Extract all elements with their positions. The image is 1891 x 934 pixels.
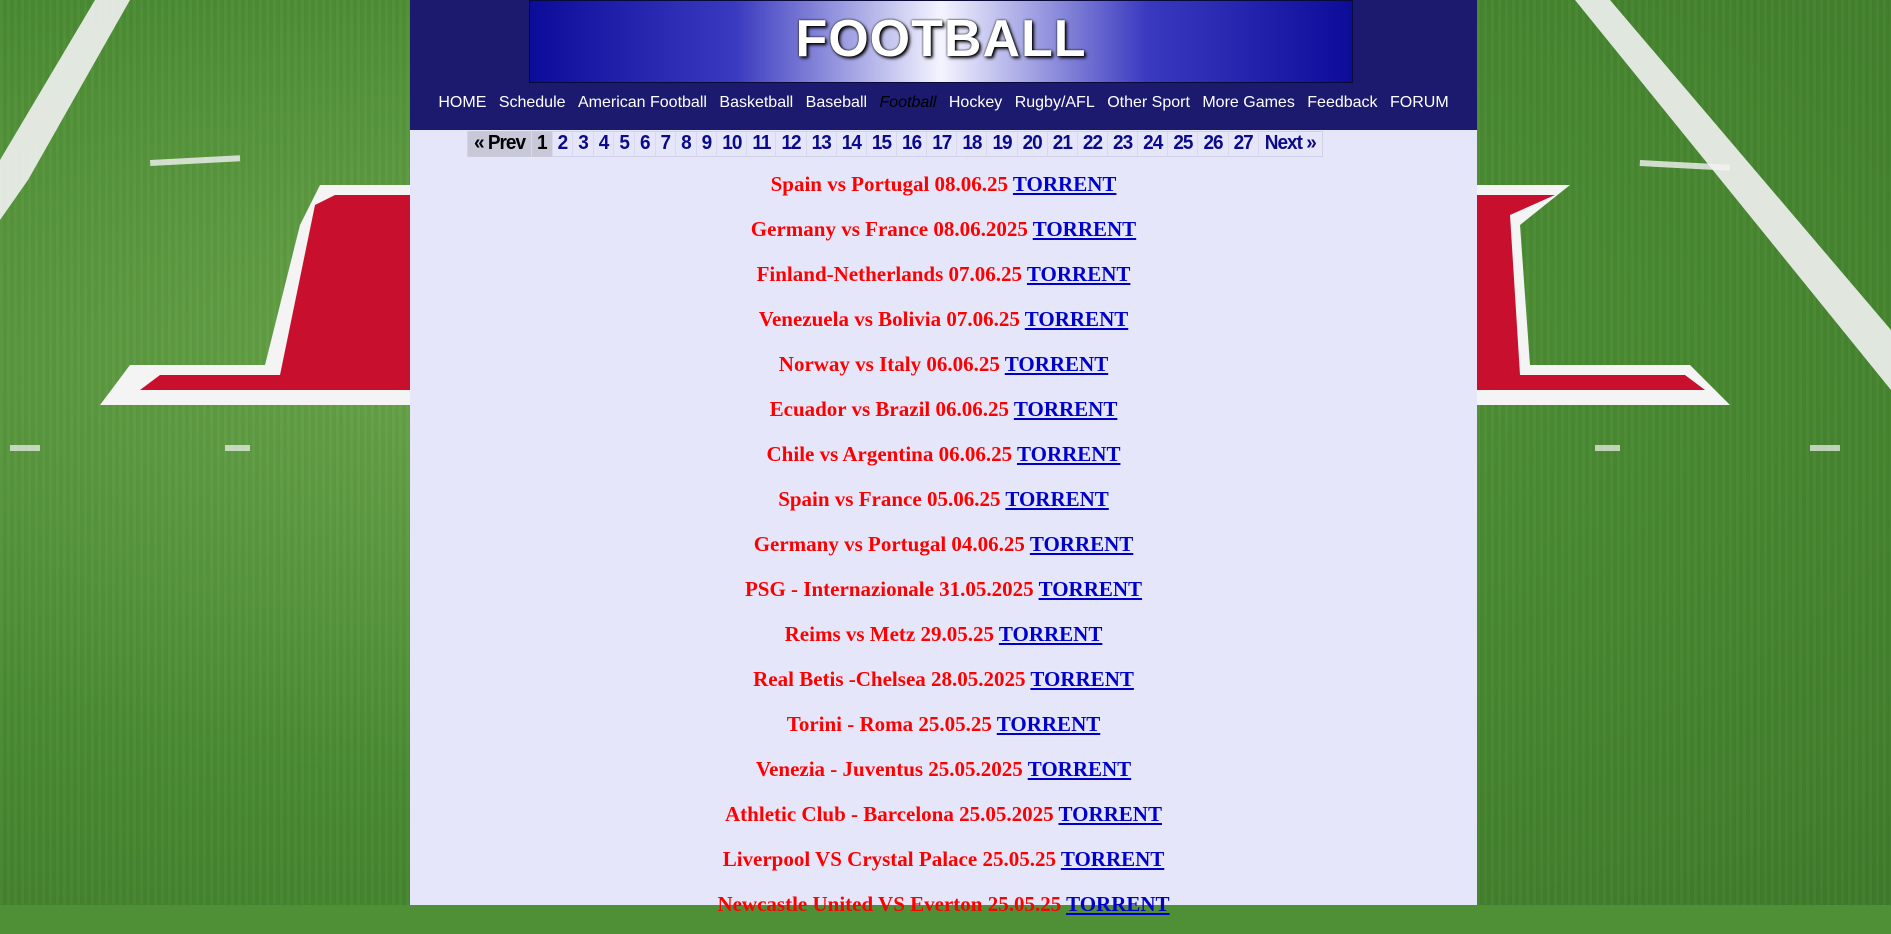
- page-link-7[interactable]: 7: [656, 131, 677, 157]
- page-link-21[interactable]: 21: [1048, 131, 1078, 157]
- page-link-19[interactable]: 19: [987, 131, 1018, 157]
- page-link-1[interactable]: 1: [532, 131, 553, 157]
- page-link-9[interactable]: 9: [697, 131, 718, 157]
- match-row: Germany vs Portugal 04.06.25 TORRENT: [410, 529, 1477, 574]
- site-header: FOOTBALL HOME Schedule American Football…: [410, 0, 1477, 130]
- page-link-2[interactable]: 2: [553, 131, 574, 157]
- match-row: Real Betis -Chelsea 28.05.2025 TORRENT: [410, 664, 1477, 709]
- page-link-12[interactable]: 12: [776, 131, 807, 157]
- torrent-link[interactable]: TORRENT: [999, 622, 1102, 646]
- nav-schedule[interactable]: Schedule: [499, 94, 566, 111]
- page-link-27[interactable]: 27: [1229, 131, 1259, 157]
- torrent-link[interactable]: TORRENT: [997, 712, 1100, 736]
- main-navigation: HOME Schedule American Football Basketba…: [410, 94, 1477, 118]
- match-title: Venezuela vs Bolivia 07.06.25: [758, 307, 1025, 331]
- torrent-link[interactable]: TORRENT: [1066, 892, 1169, 916]
- match-row: Athletic Club - Barcelona 25.05.2025 TOR…: [410, 799, 1477, 844]
- torrent-link[interactable]: TORRENT: [1039, 577, 1142, 601]
- page-link-6[interactable]: 6: [635, 131, 656, 157]
- page-link-10[interactable]: 10: [717, 131, 748, 157]
- match-row: Finland-Netherlands 07.06.25 TORRENT: [410, 259, 1477, 304]
- nav-basketball[interactable]: Basketball: [719, 94, 793, 111]
- match-row: PSG - Internazionale 31.05.2025 TORRENT: [410, 574, 1477, 619]
- match-row: Germany vs France 08.06.2025 TORRENT: [410, 214, 1477, 259]
- match-row: Liverpool VS Crystal Palace 25.05.25 TOR…: [410, 844, 1477, 889]
- nav-other-sport[interactable]: Other Sport: [1107, 94, 1190, 111]
- torrent-link[interactable]: TORRENT: [1017, 442, 1120, 466]
- pagination: « Prev 1 2 3 4 5 6 7 8 9 10 11 12 13 14 15 16 17 18 19 20 21…: [467, 131, 1323, 157]
- page-link-23[interactable]: 23: [1108, 131, 1139, 157]
- match-row: Norway vs Italy 06.06.25 TORRENT: [410, 349, 1477, 394]
- page-link-16[interactable]: 16: [897, 131, 928, 157]
- match-title: Liverpool VS Crystal Palace 25.05.25: [722, 847, 1061, 871]
- nav-football[interactable]: Football: [880, 94, 937, 111]
- page-link-13[interactable]: 13: [807, 131, 837, 157]
- match-row: Torini - Roma 25.05.25 TORRENT: [410, 709, 1477, 754]
- match-row: Spain vs France 05.06.25 TORRENT: [410, 484, 1477, 529]
- match-row: Reims vs Metz 29.05.25 TORRENT: [410, 619, 1477, 664]
- page-link-18[interactable]: 18: [957, 131, 988, 157]
- match-title: Real Betis -Chelsea 28.05.2025: [753, 667, 1031, 691]
- match-title: Athletic Club - Barcelona 25.05.2025: [725, 802, 1059, 826]
- page-link-17[interactable]: 17: [927, 131, 958, 157]
- nav-baseball[interactable]: Baseball: [806, 94, 867, 111]
- prev-page-button[interactable]: « Prev: [468, 131, 533, 157]
- torrent-link[interactable]: TORRENT: [1033, 217, 1136, 241]
- match-row: Newcastle United VS Everton 25.05.25 TOR…: [410, 889, 1477, 934]
- torrent-link[interactable]: TORRENT: [1005, 352, 1108, 376]
- torrent-link[interactable]: TORRENT: [1030, 667, 1133, 691]
- match-title: PSG - Internazionale 31.05.2025: [744, 577, 1039, 601]
- match-title: Germany vs Portugal 04.06.25: [753, 532, 1030, 556]
- match-title: Spain vs France 05.06.25: [778, 487, 1006, 511]
- torrent-link[interactable]: TORRENT: [1025, 307, 1128, 331]
- nav-american-football[interactable]: American Football: [578, 94, 707, 111]
- match-list: Spain vs Portugal 08.06.25 TORRENT German…: [410, 169, 1477, 934]
- match-row: Spain vs Portugal 08.06.25 TORRENT: [410, 169, 1477, 214]
- page-link-3[interactable]: 3: [573, 131, 594, 157]
- nav-forum[interactable]: FORUM: [1390, 94, 1449, 111]
- page-link-5[interactable]: 5: [614, 131, 635, 157]
- nav-hockey[interactable]: Hockey: [949, 94, 1002, 111]
- torrent-link[interactable]: TORRENT: [1061, 847, 1164, 871]
- page-link-22[interactable]: 22: [1078, 131, 1109, 157]
- match-title: Chile vs Argentina 06.06.25: [766, 442, 1017, 466]
- banner: FOOTBALL: [529, 0, 1353, 83]
- nav-home[interactable]: HOME: [438, 94, 486, 111]
- page-title: FOOTBALL: [795, 10, 1087, 68]
- match-title: Reims vs Metz 29.05.25: [784, 622, 999, 646]
- match-row: Chile vs Argentina 06.06.25 TORRENT: [410, 439, 1477, 484]
- page-link-26[interactable]: 26: [1198, 131, 1229, 157]
- page-link-15[interactable]: 15: [867, 131, 898, 157]
- match-title: Norway vs Italy 06.06.25: [778, 352, 1005, 376]
- next-page-button[interactable]: Next »: [1259, 131, 1322, 156]
- page-link-24[interactable]: 24: [1138, 131, 1169, 157]
- page-link-4[interactable]: 4: [594, 131, 615, 157]
- match-title: Germany vs France 08.06.2025: [750, 217, 1033, 241]
- page-link-25[interactable]: 25: [1168, 131, 1199, 157]
- match-row: Venezia - Juventus 25.05.2025 TORRENT: [410, 754, 1477, 799]
- page-link-14[interactable]: 14: [837, 131, 867, 157]
- nav-feedback[interactable]: Feedback: [1307, 94, 1377, 111]
- nav-rugby-afl[interactable]: Rugby/AFL: [1015, 94, 1095, 111]
- torrent-link[interactable]: TORRENT: [1027, 262, 1130, 286]
- torrent-link[interactable]: TORRENT: [1030, 532, 1133, 556]
- match-title: Torini - Roma 25.05.25: [786, 712, 997, 736]
- torrent-link[interactable]: TORRENT: [1014, 397, 1117, 421]
- torrent-link[interactable]: TORRENT: [1005, 487, 1108, 511]
- nav-more-games[interactable]: More Games: [1202, 94, 1294, 111]
- main-content-column: FOOTBALL HOME Schedule American Football…: [410, 0, 1477, 916]
- match-row: Venezuela vs Bolivia 07.06.25 TORRENT: [410, 304, 1477, 349]
- torrent-link[interactable]: TORRENT: [1058, 802, 1161, 826]
- torrent-link[interactable]: TORRENT: [1028, 757, 1131, 781]
- match-title: Finland-Netherlands 07.06.25: [756, 262, 1027, 286]
- torrent-link[interactable]: TORRENT: [1013, 172, 1116, 196]
- match-title: Newcastle United VS Everton 25.05.25: [717, 892, 1067, 916]
- match-row: Ecuador vs Brazil 06.06.25 TORRENT: [410, 394, 1477, 439]
- match-title: Spain vs Portugal 08.06.25: [770, 172, 1013, 196]
- match-title: Ecuador vs Brazil 06.06.25: [769, 397, 1014, 421]
- page-link-11[interactable]: 11: [747, 131, 777, 157]
- match-title: Venezia - Juventus 25.05.2025: [755, 757, 1028, 781]
- page-link-20[interactable]: 20: [1018, 131, 1048, 157]
- page-link-8[interactable]: 8: [676, 131, 697, 157]
